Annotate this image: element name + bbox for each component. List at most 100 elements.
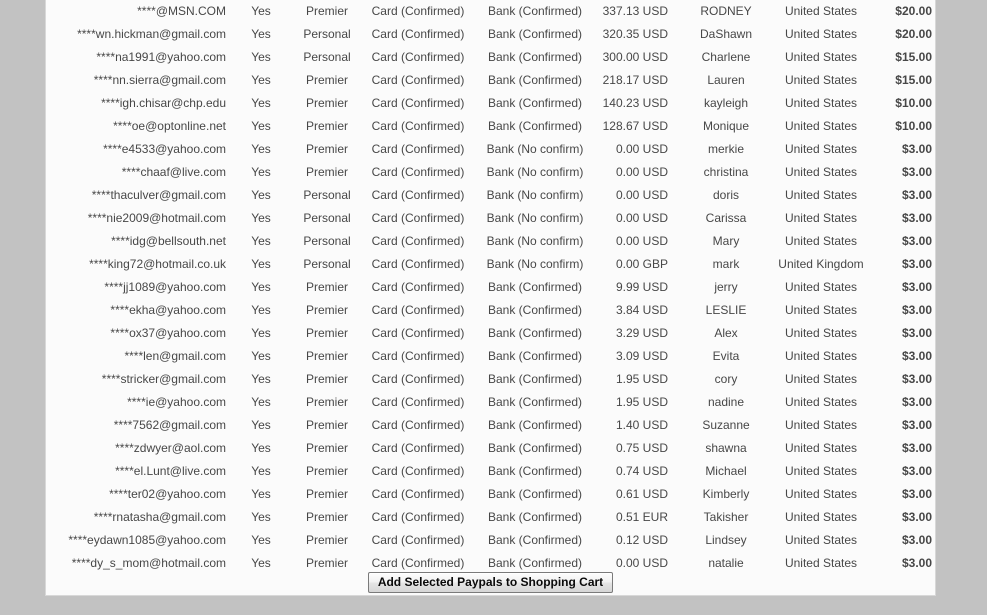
account-price: $3.00 xyxy=(901,441,932,455)
page-root: ****@MSN.COM Yes Premier Card (Confirmed) Ba… xyxy=(0,0,987,615)
card-status: Card (Confirmed) xyxy=(371,280,465,294)
account-type: Premier xyxy=(305,349,348,363)
account-email: ****@MSN.COM xyxy=(137,4,226,18)
account-type: Personal xyxy=(303,257,351,271)
account-verified-status: Yes xyxy=(251,303,271,317)
bank-status: Bank (Confirmed) xyxy=(487,73,583,87)
account-email: ****king72@hotmail.co.uk xyxy=(89,257,226,271)
row-select-cell xyxy=(932,483,935,506)
account-email: ****thaculver@gmail.com xyxy=(91,188,226,202)
table-row: ****king72@hotmail.co.uk Yes Personal Card … xyxy=(46,253,935,276)
account-email: ****stricker@gmail.com xyxy=(101,372,226,386)
account-type: Personal xyxy=(303,188,351,202)
table-row: ****@MSN.COM Yes Premier Card (Confirmed) Ba… xyxy=(46,0,935,23)
account-price: $3.00 xyxy=(901,165,932,179)
account-type: Premier xyxy=(305,533,348,547)
account-country: United States xyxy=(784,211,858,225)
account-balance: 320.35 USD xyxy=(602,27,668,41)
account-email: ****idg@bellsouth.net xyxy=(111,234,226,248)
bank-status: Bank (Confirmed) xyxy=(487,441,583,455)
account-price: $3.00 xyxy=(901,211,932,225)
table-row: ****ter02@yahoo.com Yes Premier Card (Confi… xyxy=(46,483,935,506)
account-verified-status: Yes xyxy=(251,96,271,110)
account-verified-status: Yes xyxy=(251,533,271,547)
account-email: ****zdwyer@aol.com xyxy=(115,441,226,455)
account-verified-status: Yes xyxy=(251,142,271,156)
row-select-cell xyxy=(932,23,935,46)
account-email: ****ter02@yahoo.com xyxy=(109,487,226,501)
account-email: ****ox37@yahoo.com xyxy=(110,326,226,340)
account-price: $20.00 xyxy=(895,4,932,18)
table-row: ****len@gmail.com Yes Premier Card (Confirm… xyxy=(46,345,935,368)
account-email: ****rnatasha@gmail.com xyxy=(93,510,226,524)
account-country: United Kingdom xyxy=(778,257,864,271)
account-holder-name: DaShawn xyxy=(699,27,753,41)
table-row: ****zdwyer@aol.com Yes Premier Card (Confir… xyxy=(46,437,935,460)
bank-status: Bank (Confirmed) xyxy=(487,303,583,317)
bank-status: Bank (Confirmed) xyxy=(487,280,583,294)
account-country: United States xyxy=(784,73,858,87)
account-type: Premier xyxy=(305,418,348,432)
account-email: ****len@gmail.com xyxy=(124,349,226,363)
bank-status: Bank (Confirmed) xyxy=(487,395,583,409)
account-type: Personal xyxy=(303,27,351,41)
table-row: ****eydawn1085@yahoo.com Yes Premier Card (… xyxy=(46,529,935,552)
account-country: United States xyxy=(784,349,858,363)
bank-status: Bank (Confirmed) xyxy=(487,464,583,478)
account-balance: 0.51 EUR xyxy=(615,510,668,524)
account-price: $10.00 xyxy=(895,119,932,133)
table-row: ****ox37@yahoo.com Yes Premier Card (Confir… xyxy=(46,322,935,345)
account-balance: 218.17 USD xyxy=(602,73,668,87)
account-holder-name: jerry xyxy=(714,280,738,294)
card-status: Card (Confirmed) xyxy=(371,96,465,110)
account-email: ****eydawn1085@yahoo.com xyxy=(68,533,226,547)
row-select-cell xyxy=(932,138,935,161)
row-select-cell xyxy=(932,276,935,299)
account-holder-name: Alex xyxy=(714,326,738,340)
account-email: ****chaaf@live.com xyxy=(121,165,226,179)
account-verified-status: Yes xyxy=(251,257,271,271)
account-email: ****e4533@yahoo.com xyxy=(103,142,226,156)
bank-status: Bank (No confirm) xyxy=(486,142,584,156)
account-email: ****wn.hickman@gmail.com xyxy=(77,27,226,41)
card-status: Card (Confirmed) xyxy=(371,211,465,225)
account-verified-status: Yes xyxy=(251,326,271,340)
account-type: Premier xyxy=(305,303,348,317)
account-type: Premier xyxy=(305,280,348,294)
account-email: ****igh.chisar@chp.edu xyxy=(101,96,226,110)
account-holder-name: nadine xyxy=(707,395,745,409)
account-verified-status: Yes xyxy=(251,119,271,133)
account-type: Premier xyxy=(305,487,348,501)
account-balance: 0.00 USD xyxy=(615,188,668,202)
account-country: United States xyxy=(784,395,858,409)
account-price: $3.00 xyxy=(901,234,932,248)
account-balance: 1.40 USD xyxy=(615,418,668,432)
row-select-cell xyxy=(932,184,935,207)
account-verified-status: Yes xyxy=(251,487,271,501)
account-verified-status: Yes xyxy=(251,165,271,179)
table-row: ****ekha@yahoo.com Yes Premier Card (Confir… xyxy=(46,299,935,322)
account-price: $3.00 xyxy=(901,510,932,524)
account-balance: 1.95 USD xyxy=(615,372,668,386)
table-row: ****nie2009@hotmail.com Yes Personal Card (… xyxy=(46,207,935,230)
account-balance: 337.13 USD xyxy=(602,4,668,18)
account-email: ****7562@gmail.com xyxy=(113,418,226,432)
account-holder-name: LESLIE xyxy=(705,303,747,317)
table-row: ****wn.hickman@gmail.com Yes Personal Card … xyxy=(46,23,935,46)
card-status: Card (Confirmed) xyxy=(371,73,465,87)
account-type: Premier xyxy=(305,142,348,156)
account-verified-status: Yes xyxy=(251,441,271,455)
account-verified-status: Yes xyxy=(251,280,271,294)
add-selected-paypals-to-shopping-cart-button[interactable]: Add Selected Paypals to Shopping Cart xyxy=(367,572,614,593)
account-price: $3.00 xyxy=(901,418,932,432)
account-holder-name: shawna xyxy=(705,441,747,455)
card-status: Card (Confirmed) xyxy=(371,533,465,547)
row-select-cell xyxy=(932,529,935,552)
table-row: ****thaculver@gmail.com Yes Personal Card (… xyxy=(46,184,935,207)
paypal-accounts-table-body: ****@MSN.COM Yes Premier Card (Confirmed) Ba… xyxy=(46,0,935,575)
account-holder-name: Takisher xyxy=(703,510,749,524)
row-select-cell xyxy=(932,299,935,322)
account-type: Premier xyxy=(305,326,348,340)
account-type: Personal xyxy=(303,211,351,225)
table-row: ****ie@yahoo.com Yes Premier Card (Confirme… xyxy=(46,391,935,414)
